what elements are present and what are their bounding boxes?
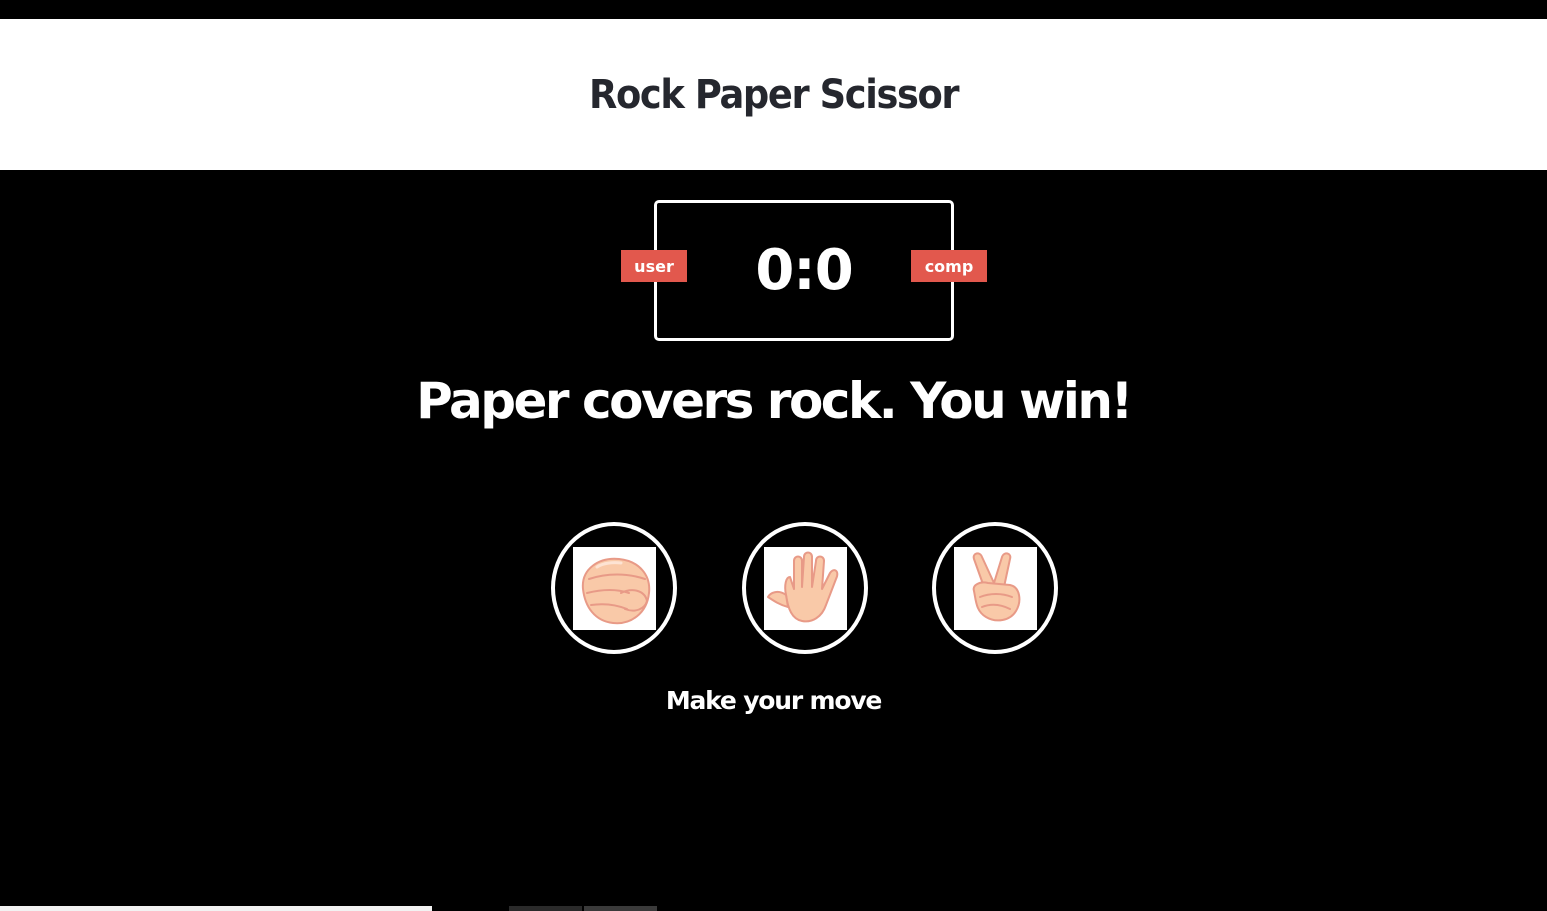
- user-badge: user: [621, 250, 687, 282]
- rock-choice-button[interactable]: [551, 522, 677, 654]
- rock-hand-icon: [581, 557, 650, 624]
- bottom-strip: [509, 906, 582, 911]
- scissors-hand-icon: [972, 551, 1020, 621]
- paper-hand-icon: [766, 551, 838, 622]
- page-title: Rock Paper Scissor: [588, 71, 960, 118]
- comp-badge: comp: [911, 250, 987, 282]
- paper-choice-button[interactable]: [742, 522, 868, 654]
- action-message: Make your move: [665, 686, 883, 715]
- bottom-strip: [584, 906, 657, 911]
- paper-image: [763, 546, 847, 630]
- rock-image: [572, 546, 656, 630]
- scissors-choice-button[interactable]: [932, 522, 1058, 654]
- scissors-image: [953, 546, 1037, 630]
- page-header: Rock Paper Scissor: [0, 19, 1547, 170]
- bottom-strip: [0, 906, 432, 911]
- score-display: 0:0: [755, 238, 853, 303]
- result-message: Paper covers rock. You win!: [416, 372, 1133, 430]
- scoreboard: 0:0: [654, 200, 954, 341]
- top-bar: [0, 0, 1547, 19]
